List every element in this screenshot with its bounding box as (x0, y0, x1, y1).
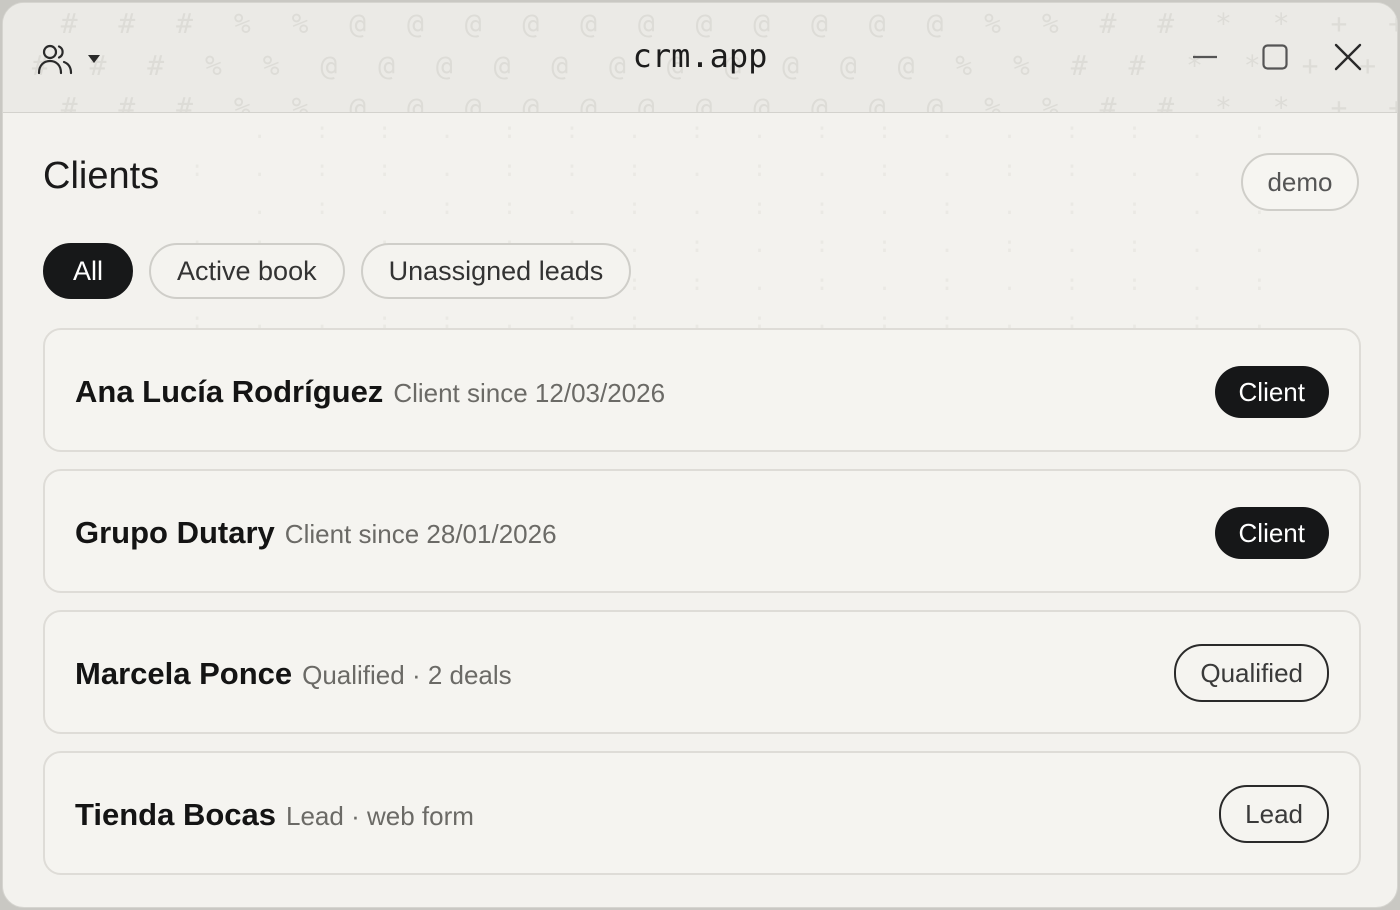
client-name: Ana Lucía Rodríguez (75, 374, 384, 409)
app-window: # # # % % @ @ @ @ @ @ @ @ @ @ @ % % # # … (2, 2, 1398, 908)
filter-chips: All Active book Unassigned leads (43, 243, 632, 299)
page-title: Clients (43, 155, 160, 197)
status-badge: Client (1214, 366, 1329, 418)
close-button[interactable] (1328, 39, 1368, 79)
status-badge: Client (1214, 507, 1329, 559)
demo-badge: demo (1241, 153, 1359, 211)
client-row[interactable]: Marcela Ponce Qualified · 2 deals Qualif… (43, 610, 1361, 734)
client-meta: Qualified · 2 deals (302, 660, 512, 690)
status-badge: Qualified (1174, 644, 1329, 702)
client-list: Ana Lucía Rodríguez Client since 12/03/2… (43, 328, 1361, 892)
client-row[interactable]: Tienda Bocas Lead · web form Lead (43, 751, 1361, 875)
filter-chip-unassigned-leads[interactable]: Unassigned leads (360, 243, 632, 299)
client-row-text: Tienda Bocas Lead · web form (75, 797, 474, 833)
minimize-icon (1191, 43, 1219, 76)
client-name: Marcela Ponce (75, 656, 293, 691)
status-badge: Lead (1219, 785, 1329, 843)
client-name: Grupo Dutary (75, 515, 275, 550)
title-bar: # # # % % @ @ @ @ @ @ @ @ @ @ @ % % # # … (3, 3, 1397, 113)
filter-chip-active-book[interactable]: Active book (149, 243, 345, 299)
maximize-icon (1261, 43, 1289, 76)
client-row-text: Marcela Ponce Qualified · 2 deals (75, 656, 512, 692)
client-row-text: Ana Lucía Rodríguez Client since 12/03/2… (75, 374, 665, 410)
filter-chip-all[interactable]: All (43, 243, 134, 299)
client-row-text: Grupo Dutary Client since 28/01/2026 (75, 515, 557, 551)
client-meta: Lead · web form (286, 801, 474, 831)
client-name: Tienda Bocas (75, 797, 277, 832)
client-meta: Client since 12/03/2026 (393, 378, 666, 408)
client-meta: Client since 28/01/2026 (284, 519, 557, 549)
client-row[interactable]: Grupo Dutary Client since 28/01/2026 Cli… (43, 469, 1361, 593)
maximize-button[interactable] (1255, 39, 1295, 79)
minimize-button[interactable] (1185, 39, 1225, 79)
body-decorative-pattern: . : : . : : . : . : : . . : : . : : . : … (190, 119, 1285, 334)
close-icon (1333, 42, 1363, 77)
client-row[interactable]: Ana Lucía Rodríguez Client since 12/03/2… (43, 328, 1361, 452)
